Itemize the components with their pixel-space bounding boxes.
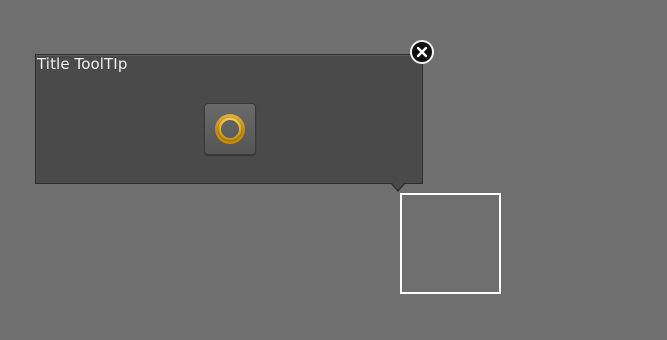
loader-container [204,103,256,155]
canvas: Title ToolTIp [0,0,667,340]
close-icon [416,46,428,58]
tooltip-pointer [392,183,404,190]
target-element[interactable] [400,193,501,294]
tooltip-panel: Title ToolTIp [35,54,423,192]
loading-ring-icon [215,114,245,144]
tooltip-title: Title ToolTIp [37,55,128,73]
close-button[interactable] [410,40,434,64]
